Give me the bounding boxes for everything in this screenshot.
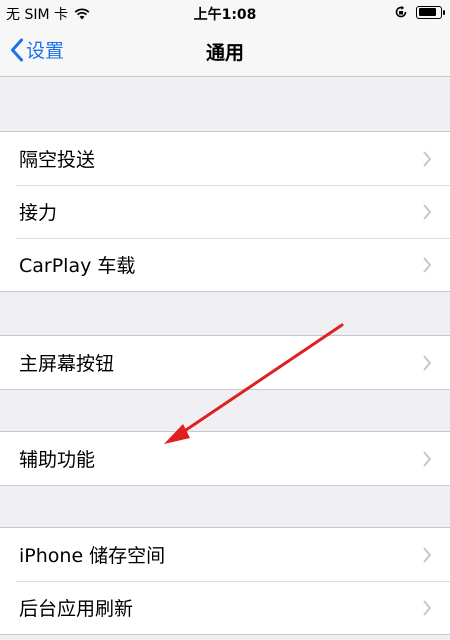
chevron-right-icon [423, 546, 432, 563]
settings-group-1: 隔空投送 接力 CarPlay 车载 [0, 131, 450, 292]
row-label: 辅助功能 [19, 449, 96, 471]
battery-icon [416, 5, 445, 19]
row-home-button[interactable]: 主屏幕按钮 [0, 336, 450, 389]
navigation-bar: 设置 通用 [0, 26, 450, 77]
chevron-right-icon [423, 203, 432, 220]
rotation-lock-icon [395, 5, 407, 18]
settings-group-2: 主屏幕按钮 [0, 335, 450, 390]
row-label: 隔空投送 [19, 149, 96, 171]
row-airdrop[interactable]: 隔空投送 [0, 132, 450, 185]
chevron-right-icon [423, 354, 432, 371]
status-bar: 无 SIM 卡 上午1:08 [0, 0, 450, 26]
row-label: CarPlay 车载 [19, 255, 136, 277]
row-accessibility[interactable]: 辅助功能 [0, 432, 450, 485]
status-time: 上午1:08 [193, 7, 257, 23]
row-handoff[interactable]: 接力 [0, 185, 450, 238]
row-carplay[interactable]: CarPlay 车载 [0, 238, 450, 291]
chevron-right-icon [423, 150, 432, 167]
settings-group-3: 辅助功能 [0, 431, 450, 486]
row-iphone-storage[interactable]: iPhone 储存空间 [0, 528, 450, 581]
chevron-right-icon [423, 599, 432, 616]
row-background-refresh[interactable]: 后台应用刷新 [0, 581, 450, 634]
settings-group-4: iPhone 储存空间 后台应用刷新 [0, 527, 450, 635]
chevron-right-icon [423, 256, 432, 273]
row-label: 接力 [19, 202, 58, 224]
chevron-right-icon [423, 450, 432, 467]
row-label: 主屏幕按钮 [19, 353, 115, 375]
page-title: 通用 [205, 42, 244, 64]
row-label: 后台应用刷新 [19, 598, 134, 620]
row-label: iPhone 储存空间 [19, 545, 166, 567]
status-right [394, 5, 445, 19]
